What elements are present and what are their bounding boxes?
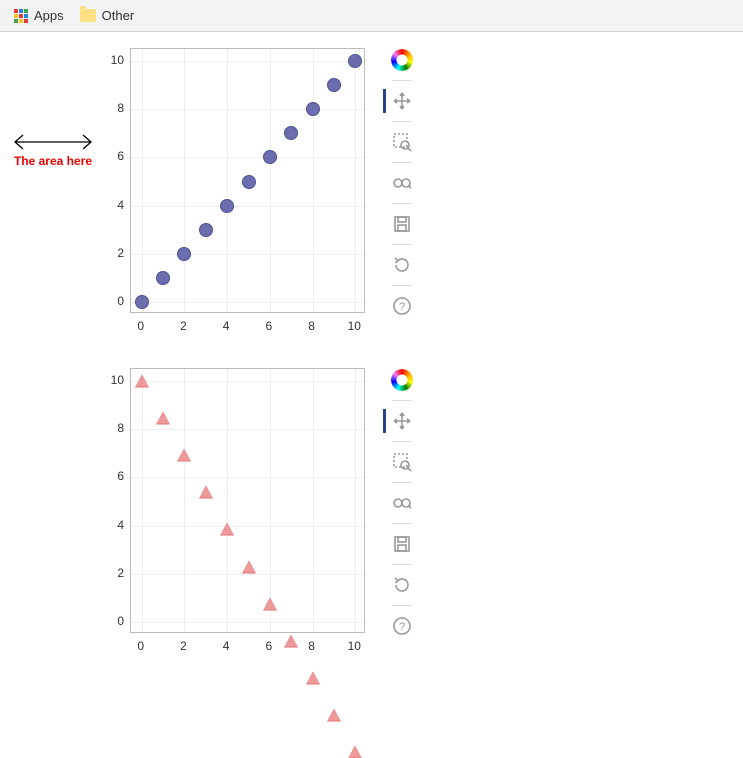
- help-tool-button[interactable]: ?: [388, 612, 416, 640]
- pan-tool-button[interactable]: [388, 407, 416, 435]
- plot-1[interactable]: 0 2 4 6 8 10 0 2 4 6 8 10: [100, 42, 380, 342]
- data-marker: [199, 223, 213, 237]
- x-tick-label: 8: [304, 319, 320, 333]
- bookmark-bar: Apps Other: [0, 0, 743, 32]
- data-marker: [263, 597, 277, 610]
- x-tick-label: 2: [175, 319, 191, 333]
- apps-icon: [14, 9, 28, 23]
- wheel-zoom-tool-button[interactable]: [388, 169, 416, 197]
- y-tick-label: 0: [100, 294, 124, 308]
- data-marker: [242, 175, 256, 189]
- bokeh-logo-icon[interactable]: [388, 46, 416, 74]
- x-tick-label: 10: [346, 639, 362, 653]
- data-marker: [156, 412, 170, 425]
- data-marker: [306, 102, 320, 116]
- page-content: The area here 0 2 4 6 8 10 0 2 4 6 8 10 ? 0 2 4 6 8 10 0 2…: [0, 32, 743, 662]
- y-tick-label: 2: [100, 246, 124, 260]
- annotation: The area here: [8, 132, 98, 168]
- save-tool-button[interactable]: [388, 530, 416, 558]
- wheel-zoom-tool-button[interactable]: [388, 489, 416, 517]
- y-tick-label: 10: [100, 373, 124, 387]
- data-marker: [306, 671, 320, 684]
- x-tick-label: 4: [218, 639, 234, 653]
- double-arrow-icon: [10, 132, 96, 152]
- folder-icon: [80, 9, 96, 22]
- data-marker: [242, 560, 256, 573]
- data-marker: [348, 745, 362, 758]
- svg-text:?: ?: [399, 301, 405, 313]
- bookmark-apps[interactable]: Apps: [6, 4, 72, 27]
- help-tool-button[interactable]: ?: [388, 292, 416, 320]
- data-marker: [220, 523, 234, 536]
- data-marker: [263, 150, 277, 164]
- annotation-text: The area here: [8, 154, 98, 168]
- plot-2[interactable]: 0 2 4 6 8 10 0 2 4 6 8 10: [100, 362, 380, 662]
- data-marker: [199, 486, 213, 499]
- data-marker: [284, 126, 298, 140]
- data-marker: [156, 271, 170, 285]
- y-tick-label: 10: [100, 53, 124, 67]
- data-marker: [327, 78, 341, 92]
- reset-tool-button[interactable]: [388, 251, 416, 279]
- chart-row-1: 0 2 4 6 8 10 0 2 4 6 8 10 ?: [100, 42, 743, 342]
- y-tick-label: 8: [100, 421, 124, 435]
- x-tick-label: 0: [133, 319, 149, 333]
- bookmark-apps-label: Apps: [34, 8, 64, 23]
- y-tick-label: 4: [100, 518, 124, 532]
- y-tick-label: 2: [100, 566, 124, 580]
- reset-tool-button[interactable]: [388, 571, 416, 599]
- plot-toolbar-2: ?: [388, 366, 416, 640]
- x-tick-label: 2: [175, 639, 191, 653]
- box-zoom-tool-button[interactable]: [388, 128, 416, 156]
- bokeh-logo-icon[interactable]: [388, 366, 416, 394]
- y-tick-label: 0: [100, 614, 124, 628]
- data-marker: [327, 708, 341, 721]
- y-tick-label: 8: [100, 101, 124, 115]
- x-tick-label: 0: [133, 639, 149, 653]
- data-marker: [135, 375, 149, 388]
- chart-row-2: 0 2 4 6 8 10 0 2 4 6 8 10 ?: [100, 362, 743, 662]
- data-marker: [135, 295, 149, 309]
- bookmark-other[interactable]: Other: [72, 4, 143, 27]
- data-marker: [177, 449, 191, 462]
- svg-text:?: ?: [399, 621, 405, 633]
- x-tick-label: 6: [261, 319, 277, 333]
- x-tick-label: 10: [346, 319, 362, 333]
- x-tick-label: 4: [218, 319, 234, 333]
- plot-toolbar-1: ?: [388, 46, 416, 320]
- x-tick-label: 6: [261, 639, 277, 653]
- save-tool-button[interactable]: [388, 210, 416, 238]
- bookmark-other-label: Other: [102, 8, 135, 23]
- data-marker: [177, 247, 191, 261]
- y-tick-label: 4: [100, 198, 124, 212]
- y-tick-label: 6: [100, 149, 124, 163]
- data-marker: [348, 54, 362, 68]
- box-zoom-tool-button[interactable]: [388, 448, 416, 476]
- y-tick-label: 6: [100, 469, 124, 483]
- data-marker: [220, 199, 234, 213]
- data-marker: [284, 634, 298, 647]
- pan-tool-button[interactable]: [388, 87, 416, 115]
- x-tick-label: 8: [304, 639, 320, 653]
